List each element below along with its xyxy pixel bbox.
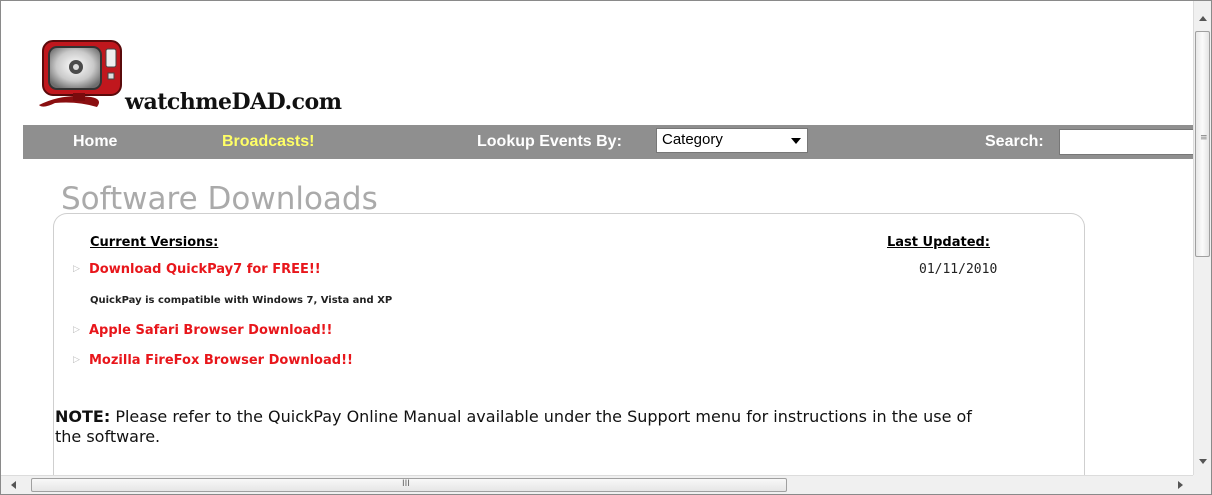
horizontal-scrollbar[interactable]: III (1, 475, 1193, 494)
download-firefox-label: Mozilla FireFox Browser Download!! (89, 353, 353, 368)
grip-icon: ≡ (1200, 133, 1208, 143)
grip-icon: III (402, 479, 410, 489)
lookup-events-select[interactable]: Category (656, 128, 808, 153)
triangle-right-icon: ▷ (73, 264, 80, 274)
tv-icon (39, 40, 122, 107)
lookup-selected-value: Category (662, 131, 723, 148)
note-paragraph: NOTE: Please refer to the QuickPay Onlin… (55, 407, 995, 447)
scrollbar-corner (1193, 475, 1211, 494)
note-text: Please refer to the QuickPay Online Manu… (55, 407, 972, 446)
compat-note: QuickPay is compatible with Windows 7, V… (90, 295, 393, 306)
site-logo[interactable]: watchmeDAD.com (29, 35, 359, 119)
scroll-right-icon[interactable] (1178, 481, 1183, 489)
note-label: NOTE: (55, 407, 111, 426)
main-navbar: Home Broadcasts! Lookup Events By: Categ… (23, 125, 1193, 159)
logo-text: watchmeDAD.com (125, 89, 342, 115)
nav-home-link[interactable]: Home (73, 133, 117, 151)
triangle-right-icon: ▷ (73, 325, 80, 335)
scroll-down-icon[interactable] (1199, 459, 1207, 464)
scroll-up-icon[interactable] (1199, 16, 1207, 21)
page-viewport: watchmeDAD.com Home Broadcasts! Lookup E… (1, 1, 1193, 475)
search-input[interactable] (1059, 129, 1193, 155)
browser-window: watchmeDAD.com Home Broadcasts! Lookup E… (0, 0, 1212, 495)
quickpay-updated-date: 01/11/2010 (919, 262, 998, 277)
vertical-scroll-thumb[interactable]: ≡ (1195, 31, 1210, 257)
scroll-left-icon[interactable] (11, 481, 16, 489)
vertical-scrollbar[interactable]: ≡ (1193, 1, 1211, 475)
current-versions-header: Current Versions: (90, 235, 219, 250)
download-safari-label: Apple Safari Browser Download!! (89, 323, 333, 338)
chevron-down-icon (791, 138, 801, 144)
download-safari-link[interactable]: ▷ Apple Safari Browser Download!! (73, 323, 333, 338)
triangle-right-icon: ▷ (73, 355, 80, 365)
search-label: Search: (985, 133, 1044, 150)
download-firefox-link[interactable]: ▷ Mozilla FireFox Browser Download!! (73, 353, 353, 368)
nav-broadcasts-link[interactable]: Broadcasts! (222, 133, 314, 151)
last-updated-header: Last Updated: (887, 235, 991, 250)
download-quickpay-link[interactable]: ▷ Download QuickPay7 for FREE!! (73, 262, 321, 277)
page-title: Software Downloads (61, 181, 378, 217)
download-quickpay-label: Download QuickPay7 for FREE!! (89, 262, 321, 277)
horizontal-scroll-thumb[interactable]: III (31, 478, 787, 492)
lookup-events-label: Lookup Events By: (477, 133, 622, 150)
